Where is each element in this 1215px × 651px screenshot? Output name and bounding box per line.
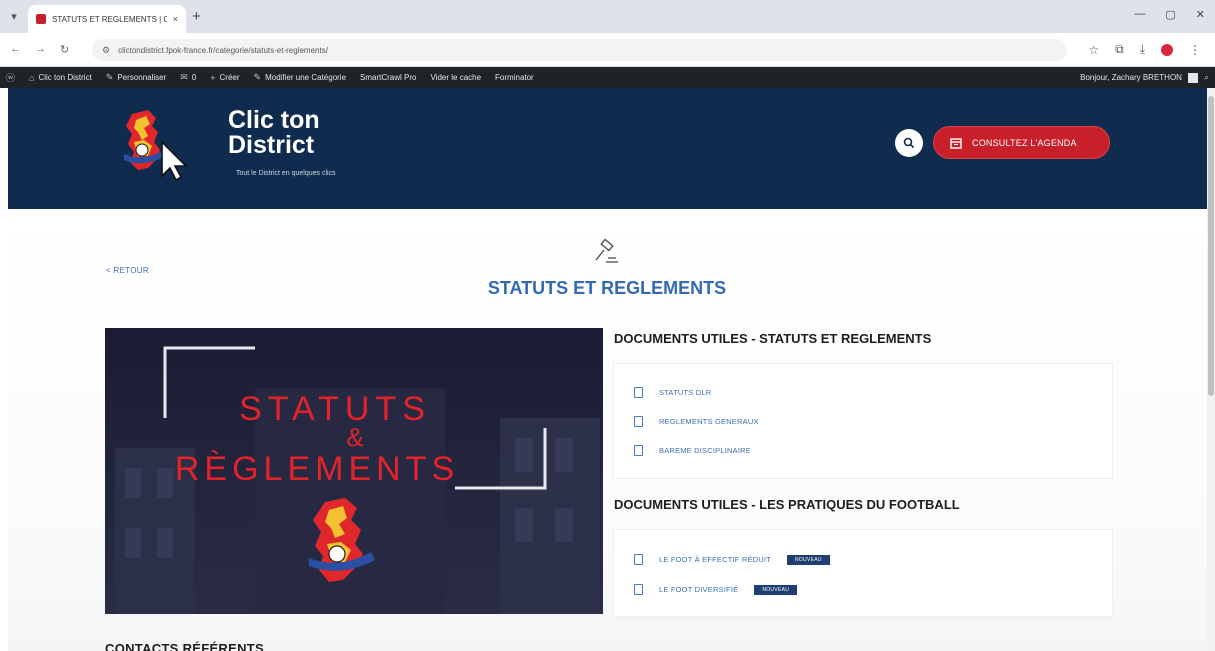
page-scrollbar[interactable] (1207, 88, 1215, 651)
scrollbar-thumb[interactable] (1208, 96, 1214, 396)
wp-logo-icon[interactable]: ⓦ (6, 71, 15, 84)
file-icon (634, 387, 643, 398)
hero-ampersand: & (346, 422, 363, 452)
menu-kebab-icon[interactable]: ⋮ (1189, 43, 1201, 57)
search-button[interactable] (895, 129, 923, 157)
wp-search-icon[interactable]: ⌕ (1204, 72, 1209, 83)
browser-tab-bar: ▾ STATUTS ET REGLEMENTS | Cli... × + — ▢… (0, 0, 1215, 33)
tab-close-icon[interactable]: × (173, 14, 178, 24)
browser-toolbar: ← → ↻ ⚙ clictondistrict.fpok-france.fr/c… (0, 33, 1215, 67)
brand-title[interactable]: Clic ton District (228, 108, 388, 158)
document-link[interactable]: LE FOOT À EFFECTIF RÉDUIT (659, 555, 771, 564)
window-controls: — ▢ ✕ (1134, 8, 1205, 21)
reload-icon[interactable]: ↻ (60, 43, 69, 56)
new-tab-button[interactable]: + (192, 9, 201, 25)
file-icon (634, 554, 643, 565)
gavel-icon (595, 238, 618, 263)
calendar-icon (950, 137, 962, 149)
district-logo[interactable] (118, 106, 208, 184)
agenda-label: CONSULTEZ L'AGENDA (972, 137, 1077, 148)
wp-greeting: Bonjour, Zachary BRETHON (1080, 73, 1182, 82)
close-window-icon[interactable]: ✕ (1196, 8, 1205, 21)
download-icon[interactable]: ⤓ (1140, 42, 1145, 57)
page-title: STATUTS ET REGLEMENTS (487, 278, 727, 298)
profile-avatar-icon[interactable] (1161, 43, 1173, 56)
bookmark-star-icon[interactable]: ☆ (1088, 43, 1099, 57)
wp-forminator[interactable]: Forminator (495, 73, 534, 82)
toolbar-right: ☆ ⧉ ⤓ ⋮ (1088, 42, 1201, 57)
section-heading-statuts: DOCUMENTS UTILES - STATUTS ET REGLEMENTS (614, 331, 932, 346)
favicon-icon (36, 14, 46, 24)
list-item[interactable]: STATUTS DLR (634, 387, 711, 398)
site-info-icon[interactable]: ⚙ (102, 45, 110, 56)
document-link[interactable]: LE FOOT DIVERSIFIÉ (659, 585, 738, 594)
new-badge: NOUVEAU (754, 584, 798, 595)
back-arrow-icon[interactable]: ← (10, 43, 21, 56)
address-bar[interactable]: ⚙ clictondistrict.fpok-france.fr/categor… (92, 39, 1067, 61)
hero-banner-image: STATUTS & RÈGLEMENTS (105, 328, 603, 614)
tab-search-icon[interactable]: ▾ (6, 9, 22, 25)
file-icon (634, 445, 643, 456)
wp-smartcrawl[interactable]: SmartCrawl Pro (360, 73, 416, 82)
home-icon: ⌂ (29, 72, 35, 83)
wp-site-name[interactable]: ⌂ Clic ton District (29, 73, 92, 83)
wp-edit-category[interactable]: ✎ Modifier une Catégorie (254, 72, 346, 83)
agenda-button[interactable]: CONSULTEZ L'AGENDA (933, 126, 1110, 159)
wp-customize[interactable]: ✎ Personnaliser (106, 72, 166, 83)
list-item[interactable]: BAREME DISCIPLINAIRE (634, 445, 751, 456)
site-header: Clic ton District Tout le District en qu… (8, 88, 1207, 209)
document-link[interactable]: BAREME DISCIPLINAIRE (659, 446, 751, 455)
minimize-icon[interactable]: — (1134, 8, 1145, 21)
maximize-icon[interactable]: ▢ (1165, 8, 1175, 21)
list-item[interactable]: LE FOOT DIVERSIFIÉ NOUVEAU (634, 584, 798, 595)
nav-buttons: ← → ↻ (10, 43, 69, 56)
wp-new[interactable]: + Créer (210, 73, 239, 83)
wp-account[interactable]: Bonjour, Zachary BRETHON ⌕ (1080, 67, 1209, 88)
plus-icon: + (210, 72, 216, 83)
search-icon (903, 137, 915, 149)
tab-title: STATUTS ET REGLEMENTS | Cli... (52, 14, 167, 24)
forward-arrow-icon[interactable]: → (35, 43, 46, 56)
list-item[interactable]: LE FOOT À EFFECTIF RÉDUIT NOUVEAU (634, 554, 830, 565)
list-item[interactable]: REGLEMENTS GENERAUX (634, 416, 759, 427)
wp-comments[interactable]: ✉ 0 (180, 72, 196, 83)
new-badge: NOUVEAU (786, 554, 830, 565)
brand-tagline: Tout le District en quelques clics (236, 170, 336, 177)
wp-admin-bar: ⓦ ⌂ Clic ton District ✎ Personnaliser ✉ 0 +… (0, 67, 1215, 88)
file-icon (634, 584, 643, 595)
document-list-statuts: STATUTS DLR REGLEMENTS GENERAUX BAREME D… (614, 364, 1112, 478)
file-icon (634, 416, 643, 427)
wp-avatar (1187, 72, 1198, 83)
document-link[interactable]: STATUTS DLR (659, 388, 711, 397)
document-link[interactable]: REGLEMENTS GENERAUX (659, 417, 759, 426)
document-list-pratiques: LE FOOT À EFFECTIF RÉDUIT NOUVEAU LE FOO… (614, 530, 1112, 616)
hero-word-reglements: RÈGLEMENTS (175, 450, 459, 488)
url-text: clictondistrict.fpok-france.fr/categorie… (118, 45, 328, 55)
contacts-heading: CONTACTS RÉFÉRENTS (105, 641, 264, 651)
browser-tab[interactable]: STATUTS ET REGLEMENTS | Cli... × (28, 5, 186, 33)
hero-word-statuts: STATUTS (239, 390, 431, 428)
back-link[interactable]: < RETOUR (106, 266, 149, 275)
comment-icon: ✉ (180, 72, 188, 82)
section-heading-pratiques: DOCUMENTS UTILES - LES PRATIQUES DU FOOT… (614, 497, 960, 512)
pencil-icon: ✎ (253, 72, 262, 82)
wp-clear-cache[interactable]: Vider le cache (430, 73, 481, 82)
brush-icon: ✎ (105, 72, 114, 82)
extensions-icon[interactable]: ⧉ (1115, 42, 1124, 57)
